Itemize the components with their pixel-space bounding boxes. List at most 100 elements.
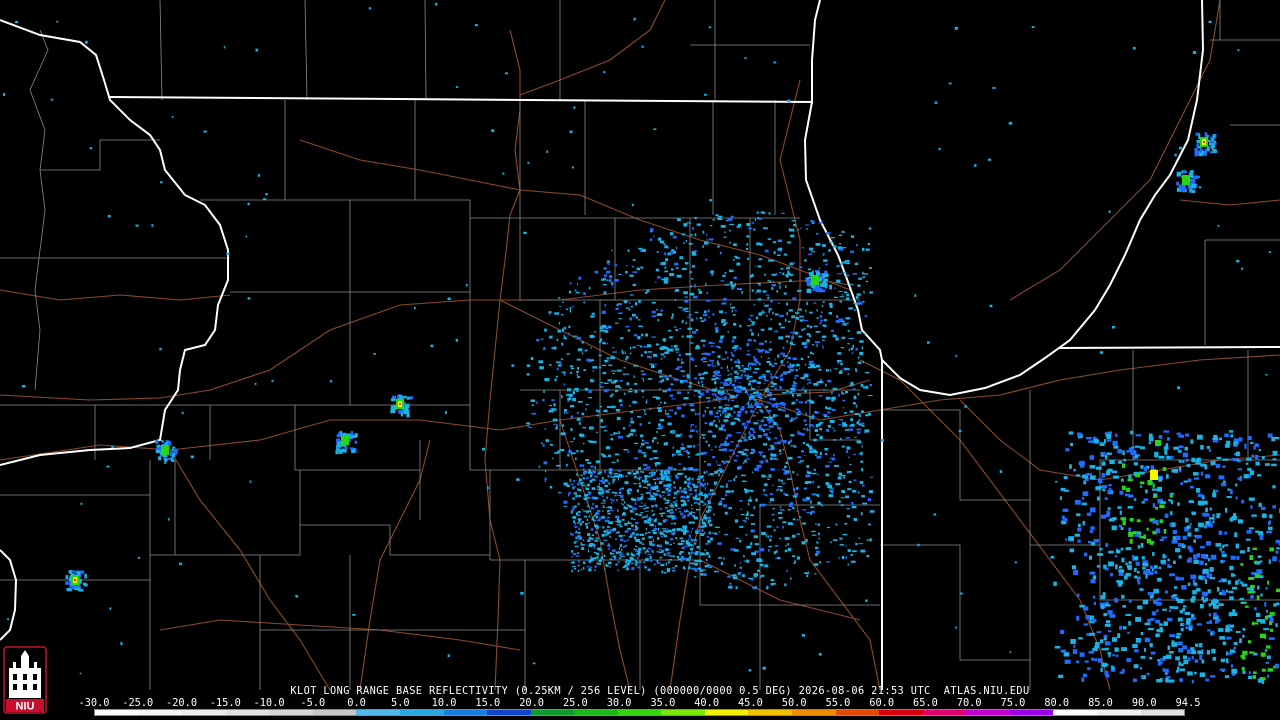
echo-pixel [837,476,842,480]
echo-pixel [1175,576,1180,581]
scale-label: -30.0 [78,697,110,709]
echo-pixel [662,495,664,496]
echo-pixel [1227,488,1231,491]
echo-pixel [586,497,591,499]
echo-pixel [822,389,826,391]
echo-pixel [759,342,764,345]
echo-pixel [755,291,757,294]
echo-pixel [841,391,843,395]
echo-pixel [759,452,762,456]
echo-pixel [634,498,637,501]
echo-pixel [862,484,865,487]
echo-pixel [746,247,749,250]
echo-pixel [670,522,674,525]
echo-pixel [848,337,854,339]
echo-pixel [628,488,632,490]
echo-pixel [796,556,800,560]
echo-pixel [766,476,772,478]
echo-pixel [707,521,710,524]
echo-pixel [1199,604,1204,609]
scale-label: 55.0 [825,697,851,709]
echo-pixel [853,517,858,521]
echo-pixel [748,577,754,580]
echo-pixel [825,464,830,468]
echo-pixel [662,346,668,350]
echo-pixel [1195,462,1201,465]
echo-cell [409,396,413,400]
echo-pixel [1242,627,1246,631]
echo-pixel [606,496,608,499]
echo-pixel [1139,588,1144,591]
echo-pixel [1133,498,1137,501]
echo-pixel [1053,581,1057,586]
echo-cell [404,403,408,408]
echo-pixel [824,448,829,451]
echo-pixel [1183,659,1189,665]
echo-pixel [590,528,594,531]
echo-pixel [811,222,815,225]
echo-pixel [861,422,865,425]
echo-core [1150,470,1158,480]
echo-pixel [631,265,634,268]
echo-pixel [824,325,827,328]
echo-pixel [846,446,850,449]
echo-pixel [1144,622,1151,626]
echo-pixel [599,517,603,520]
echo-pixel [654,281,657,283]
echo-cell [823,282,828,288]
echo-pixel [1236,260,1240,263]
echo-pixel [1247,591,1254,594]
echo-pixel [1102,488,1106,492]
echo-pixel [662,338,667,342]
echo-pixel [779,285,781,289]
echo-pixel [687,481,691,485]
echo-cell [170,457,174,461]
echo-pixel [592,544,596,547]
echo-pixel [753,573,758,576]
echo-pixel [687,455,690,458]
echo-pixel [694,502,696,504]
echo-pixel [640,370,644,372]
echo-pixel [705,440,708,443]
echo-pixel [696,517,698,520]
echo-pixel [698,503,700,505]
echo-pixel [1146,527,1149,531]
echo-pixel [740,513,745,516]
echo-pixel [603,554,606,557]
echo-pixel [584,515,587,518]
echo-pixel [588,426,594,430]
echo-pixel [855,405,857,408]
echo-pixel [1219,547,1222,551]
scale-label: -15.0 [209,697,241,709]
echo-pixel [731,339,735,343]
echo-pixel [869,510,875,513]
echo-pixel [1104,567,1109,571]
echo-pixel [582,521,584,523]
echo-pixel [702,357,707,360]
echo-pixel [1235,451,1240,457]
echo-pixel [581,544,585,546]
echo-pixel [659,375,663,378]
echo-pixel [748,380,754,383]
echo-pixel [790,445,795,447]
echo-pixel [1109,614,1116,618]
echo-pixel [618,273,622,275]
echo-pixel [760,398,763,400]
echo-pixel [625,475,628,477]
echo-pixel [757,569,760,572]
echo-pixel [84,40,88,44]
echo-pixel [769,431,772,433]
echo-pixel [1230,434,1234,438]
echo-pixel [595,515,599,519]
echo-pixel [628,424,631,427]
echo-pixel [1189,485,1194,489]
echo-pixel [807,355,810,358]
echo-pixel [755,585,757,589]
echo-pixel [711,351,715,354]
echo-pixel [456,86,459,88]
echo-pixel [1205,507,1208,513]
echo-pixel [790,370,793,372]
scale-label: -10.0 [253,697,285,709]
echo-pixel [855,542,858,545]
echo-pixel [435,2,438,6]
